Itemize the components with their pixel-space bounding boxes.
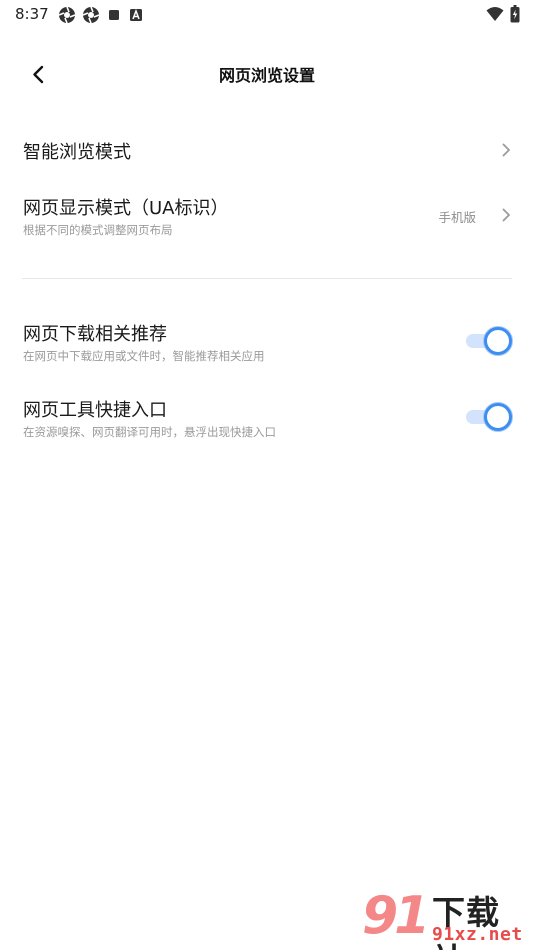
chevron-right-icon — [502, 208, 510, 222]
battery-charging-icon — [510, 5, 520, 23]
site-watermark: 91 下载站 91xz.net — [362, 884, 532, 950]
square-icon — [109, 10, 119, 20]
chevron-right-icon — [502, 143, 510, 157]
font-a-icon — [130, 8, 142, 21]
ua-display-mode-row[interactable]: 网页显示模式（UA标识） 根据不同的模式调整网页布局 手机版 — [0, 186, 534, 246]
status-bar: 8:37 — [0, 0, 534, 28]
smart-browse-mode-title: 智能浏览模式 — [23, 142, 131, 163]
toggle-knob — [484, 327, 512, 355]
download-recommend-toggle[interactable] — [466, 327, 512, 355]
tool-shortcut-title: 网页工具快捷入口 — [23, 400, 167, 421]
download-recommend-row: 网页下载相关推荐 在网页中下载应用或文件时，智能推荐相关应用 — [0, 312, 534, 372]
status-time: 8:37 — [15, 5, 49, 23]
ua-display-mode-title: 网页显示模式（UA标识） — [23, 198, 229, 219]
ua-display-mode-value: 手机版 — [438, 210, 476, 225]
tool-shortcut-toggle[interactable] — [466, 403, 512, 431]
aperture-icon — [82, 6, 100, 24]
status-icons-left — [58, 6, 144, 24]
smart-browse-mode-row[interactable]: 智能浏览模式 — [0, 126, 534, 174]
section-divider — [22, 278, 512, 279]
status-icons-right — [486, 5, 520, 23]
watermark-text-bottom: 91xz.net — [432, 924, 523, 945]
download-recommend-title: 网页下载相关推荐 — [23, 324, 167, 345]
wifi-icon — [486, 7, 504, 21]
toggle-knob — [484, 403, 512, 431]
page-title: 网页浏览设置 — [218, 66, 315, 85]
download-recommend-subtitle: 在网页中下载应用或文件时，智能推荐相关应用 — [23, 349, 265, 363]
header: 网页浏览设置 — [0, 50, 534, 96]
ua-display-mode-subtitle: 根据不同的模式调整网页布局 — [23, 223, 173, 237]
aperture-icon — [58, 6, 76, 24]
watermark-logo-icon: 91 — [362, 886, 430, 946]
tool-shortcut-subtitle: 在资源嗅探、网页翻译可用时，悬浮出现快捷入口 — [23, 425, 276, 439]
tool-shortcut-row: 网页工具快捷入口 在资源嗅探、网页翻译可用时，悬浮出现快捷入口 — [0, 388, 534, 448]
